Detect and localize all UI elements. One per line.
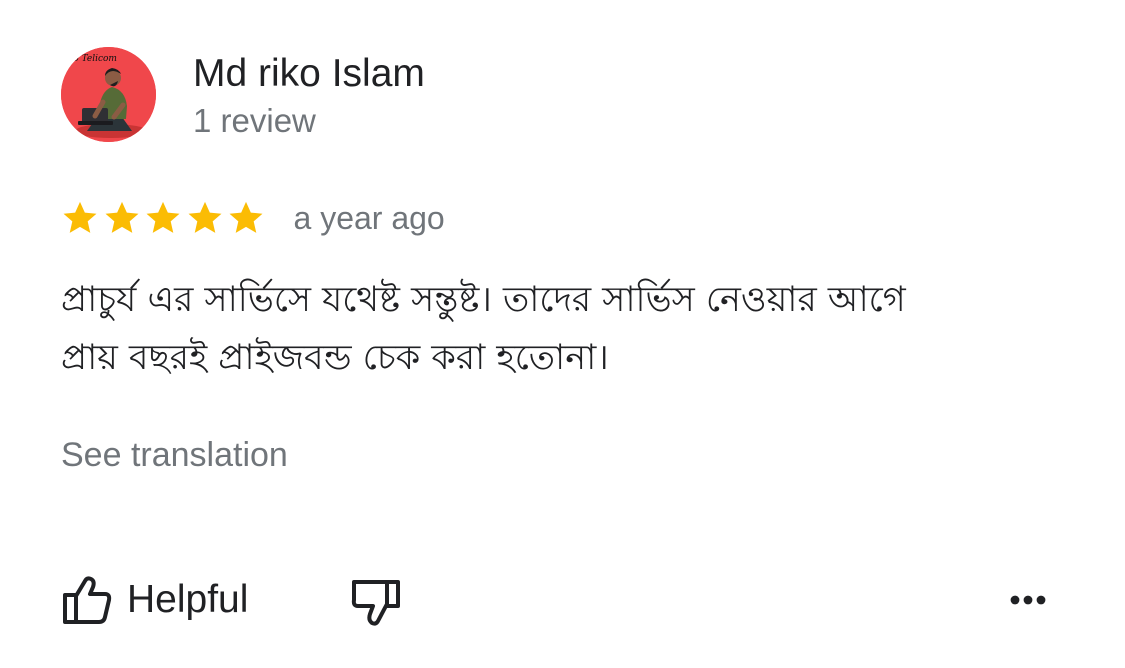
reviewer-review-count: 1 review [193,102,316,139]
helpful-button[interactable]: Helpful [61,571,248,629]
review-text-line-1: প্রাচুর্য এর সার্ভিসে যথেষ্ট সন্তুষ্ট। ত… [61,280,906,320]
star-filled-icon [103,199,141,237]
more-options-button[interactable] [1006,584,1050,616]
review-time: a year ago [293,200,445,236]
reviewer-name[interactable]: Md riko Islam [193,51,425,97]
star-rating [61,199,269,237]
rating-row: a year ago [61,196,445,240]
avatar-photo: ro Telicom [61,47,156,142]
star-filled-icon [227,199,265,237]
star-filled-icon [144,199,182,237]
not-helpful-button[interactable] [348,572,404,628]
review-card: ro Telicom Md riko Islam 1 review a year… [0,0,1125,668]
star-filled-icon [186,199,224,237]
avatar-overlay-text: ro Telicom [69,54,117,64]
review-body: প্রাচুর্য এর সার্ভিসে যথেষ্ট সন্তুষ্ট। ত… [61,271,1071,387]
thumbs-down-icon [348,572,404,628]
see-translation-link[interactable]: See translation [61,434,288,476]
reviewer-avatar[interactable]: ro Telicom [61,47,156,142]
review-text-line-2: প্রায় বছরই প্রাইজবন্ড চেক করা হতোনা। [61,338,609,378]
thumbs-up-icon [61,574,113,626]
more-horizontal-icon [1006,584,1050,616]
helpful-label: Helpful [127,578,249,621]
star-filled-icon [61,199,99,237]
